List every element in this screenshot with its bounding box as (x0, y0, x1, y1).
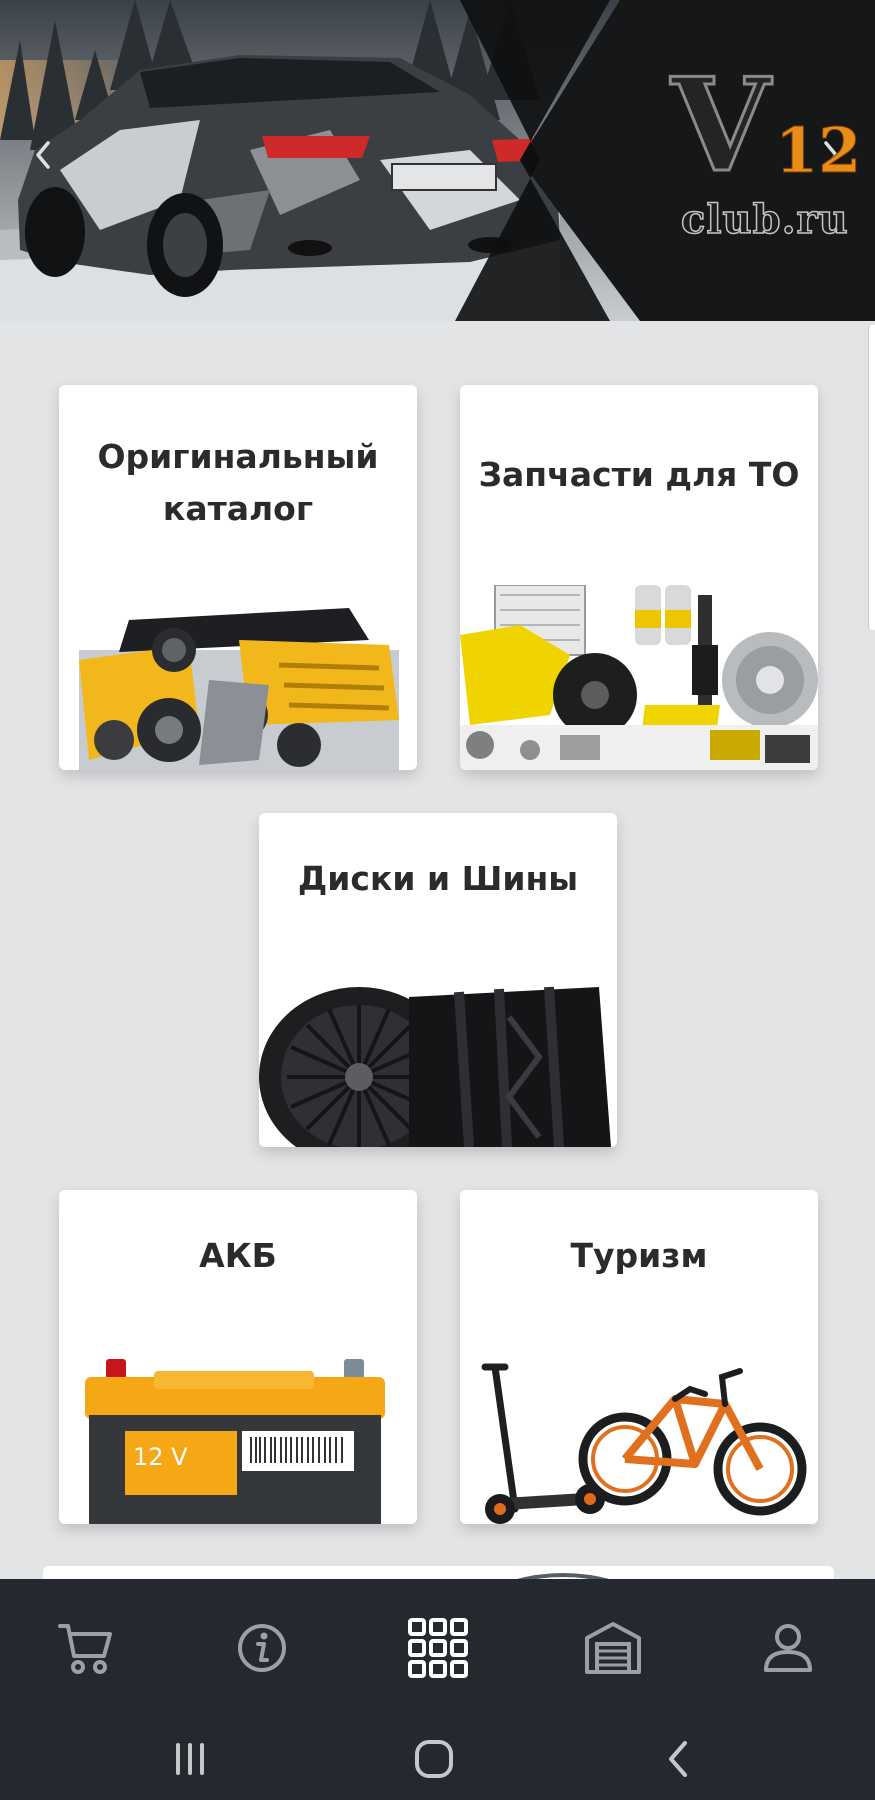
category-title: Запчасти для ТО (478, 455, 800, 494)
nav-catalog-button[interactable] (388, 1579, 488, 1717)
home-button[interactable] (389, 1717, 479, 1800)
category-card-batteries[interactable]: АКБ 12 V (59, 1190, 417, 1524)
scrollbar[interactable] (868, 325, 875, 630)
nav-garage-button[interactable] (563, 1579, 663, 1717)
cart-icon (58, 1624, 112, 1674)
category-title: АКБ (199, 1236, 277, 1275)
battery-image: 12 V (85, 1359, 385, 1524)
category-card-maintenance-parts[interactable]: Запчасти для ТО (460, 385, 818, 770)
tires-image (259, 986, 611, 1147)
logo-domain: club.ru (680, 196, 849, 243)
category-title: Диски и Шины (297, 859, 579, 898)
hero-banner[interactable]: V 12 club.ru (0, 0, 875, 321)
recent-apps-icon (176, 1742, 204, 1775)
battery-voltage-label: 12 V (133, 1443, 188, 1471)
category-title: Оригинальный каталог (97, 437, 379, 528)
logo-letter: V (669, 51, 771, 201)
category-card-tourism[interactable]: Туризм (460, 1190, 818, 1524)
category-card-original-catalog[interactable]: Оригинальный каталог (59, 385, 417, 770)
engine-image (79, 608, 399, 770)
auto-parts-image (460, 585, 818, 770)
nav-info-button[interactable] (212, 1579, 312, 1717)
home-icon (415, 1739, 453, 1778)
back-icon (669, 1740, 687, 1777)
recent-apps-button[interactable] (145, 1717, 235, 1800)
nav-profile-button[interactable] (738, 1579, 838, 1717)
system-navigation-bar (0, 1717, 875, 1800)
grid-icon (408, 1618, 468, 1678)
nav-cart-button[interactable] (36, 1579, 136, 1717)
info-icon (238, 1624, 286, 1672)
category-card-wheels-tires[interactable]: Диски и Шины (259, 813, 617, 1147)
scooter-bike-image (481, 1363, 807, 1524)
v12club-logo: V 12 club.ru (665, 51, 870, 262)
bottom-navigation (0, 1579, 875, 1717)
category-title: Туризм (570, 1236, 708, 1275)
back-button[interactable] (634, 1717, 724, 1800)
carousel-prev-button[interactable] (26, 135, 62, 175)
logo-number: 12 (774, 114, 862, 187)
profile-icon (764, 1624, 812, 1672)
garage-icon (585, 1622, 641, 1674)
chevron-left-icon (36, 141, 50, 169)
